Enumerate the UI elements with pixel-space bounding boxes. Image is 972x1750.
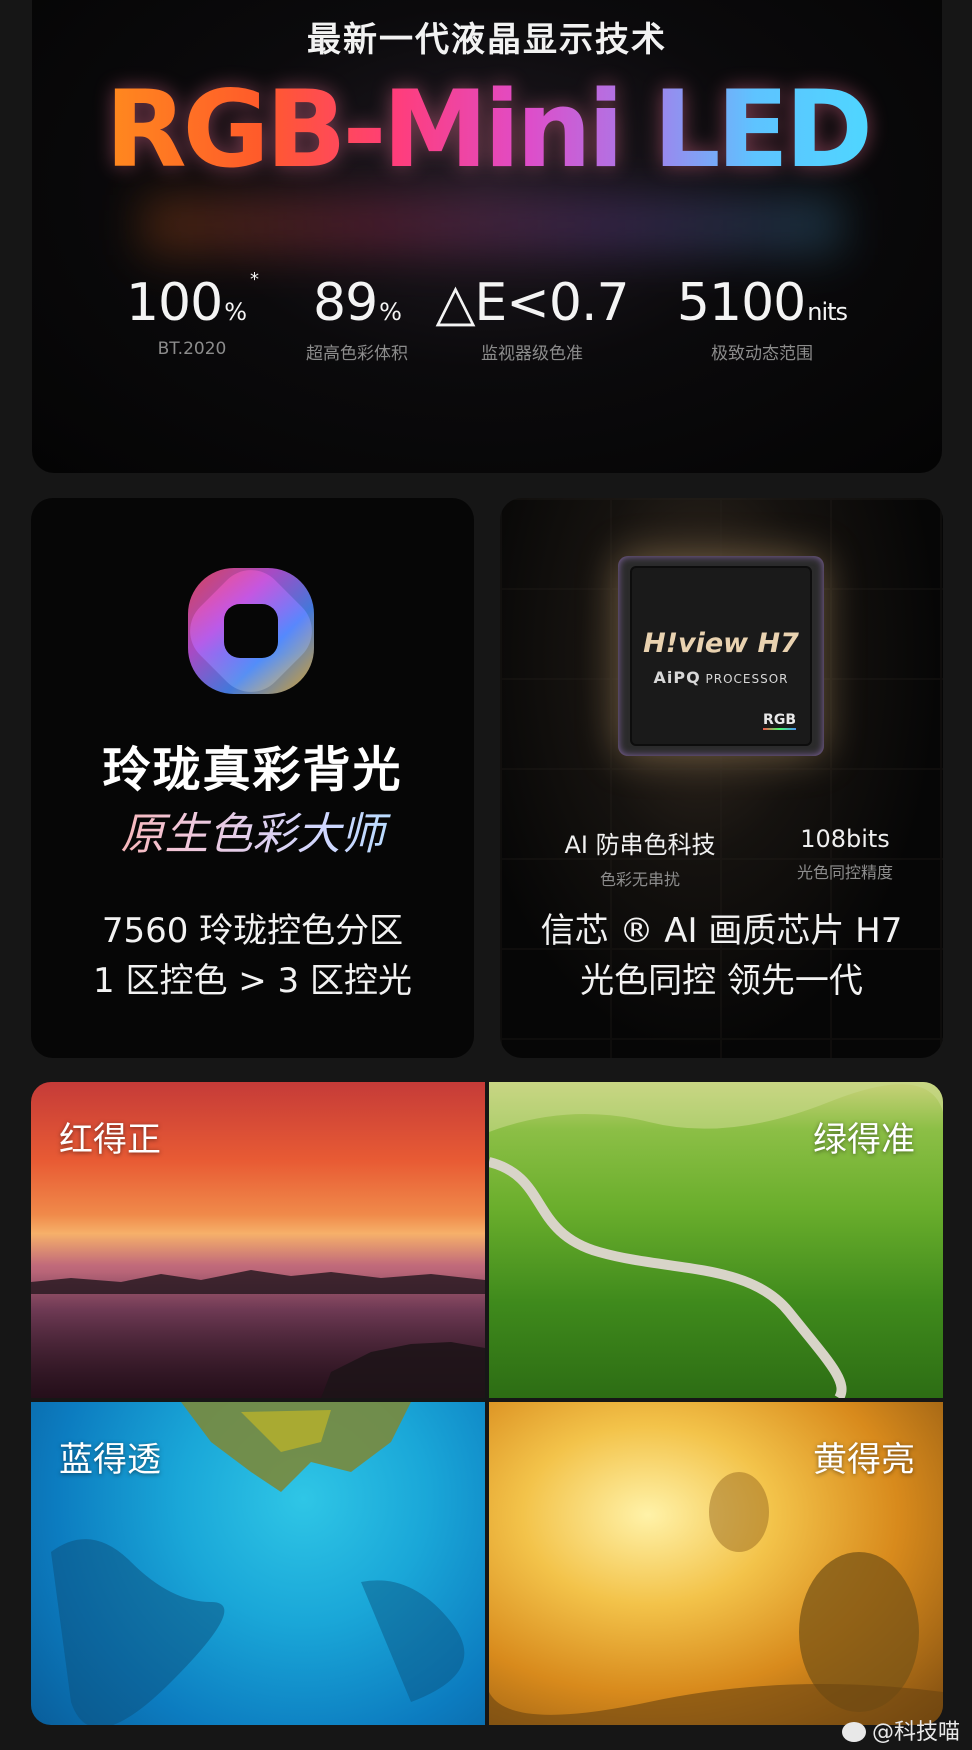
feature-anti-crosstalk: AI 防串色科技 色彩无串扰	[530, 825, 750, 890]
chip-processor-prefix: AiPQ	[653, 668, 701, 687]
backlight-script-slogan: 原生色彩大师	[31, 798, 474, 862]
chip-image: H!view H7 AiPQ PROCESSOR RGB	[618, 556, 824, 756]
photo-label-green: 绿得准	[813, 1120, 915, 1160]
watermark: @科技喵	[841, 1714, 960, 1746]
stat-value: 89	[313, 273, 378, 333]
photo-label-blue: 蓝得透	[59, 1440, 161, 1480]
stat-delta-e: △E<0.7 监视器级色准	[432, 277, 632, 364]
feature-title: 108bits	[800, 825, 890, 853]
chip-description: 信芯 ® AI 画质芯片 H7 光色同控 领先一代	[500, 906, 943, 1006]
stat-bt2020: 100%* BT.2020	[102, 271, 282, 360]
chip-rgb-badge: RGB	[763, 712, 796, 730]
stat-label: 极致动态范围	[711, 344, 813, 364]
feature-subtitle: 光色同控精度	[796, 863, 893, 882]
stat-label: BT.2020	[157, 339, 227, 359]
backlight-title: 玲珑真彩背光	[102, 742, 403, 798]
photo-red-sunset: 红得正	[31, 1082, 485, 1398]
feature-bit-depth: 108bits 光色同控精度	[755, 825, 935, 883]
photo-label-red: 红得正	[59, 1120, 161, 1160]
chip-line-1: 信芯 ® AI 画质芯片 H7	[540, 911, 903, 951]
photo-yellow-sunrays: 黄得亮	[489, 1402, 943, 1725]
stat-value: △E<0.7	[435, 273, 629, 333]
stat-color-volume: 89% 超高色彩体积	[282, 277, 432, 364]
backlight-description: 7560 玲珑控色分区 1 区控色 > 3 区控光	[31, 906, 474, 1006]
hero-card: 最新一代液晶显示技术 RGB-Mini LED 100%* BT.2020 89…	[32, 0, 942, 473]
hero-title: RGB-Mini LED	[32, 77, 942, 183]
stat-label: 超高色彩体积	[306, 344, 408, 364]
chip-card: H!view H7 AiPQ PROCESSOR RGB AI 防串色科技 色彩…	[500, 498, 943, 1058]
stat-brightness: 5100nits 极致动态范围	[662, 277, 862, 364]
chip-processor-label: AiPQ PROCESSOR	[632, 668, 810, 687]
photo-green-hills: 绿得准	[489, 1082, 943, 1398]
stat-label: 监视器级色准	[481, 344, 583, 364]
colorful-rounded-square-logo-icon	[176, 556, 326, 706]
photo-blue-coast: 蓝得透	[31, 1402, 485, 1725]
feature-subtitle: 色彩无串扰	[599, 870, 680, 889]
stat-unit: %	[224, 298, 247, 326]
chip-brand: H!view H7	[643, 628, 799, 659]
backlight-card: 玲珑真彩背光 原生色彩大师 7560 玲珑控色分区 1 区控色 > 3 区控光	[31, 498, 474, 1058]
chip-processor-text: PROCESSOR	[705, 672, 789, 686]
stat-value: 5100	[676, 273, 806, 333]
stat-unit: nits	[807, 298, 848, 326]
hero-subtitle: 最新一代液晶显示技术	[307, 20, 667, 60]
weibo-icon	[841, 1722, 866, 1742]
backlight-line-2: 1 区控色 > 3 区控光	[93, 961, 412, 1001]
stat-value: 100	[125, 273, 223, 333]
stat-unit: %	[379, 298, 402, 326]
footnote-asterisk: *	[250, 269, 259, 290]
watermark-text: @科技喵	[871, 1720, 960, 1745]
hero-title-reflection	[142, 195, 842, 255]
chip-face: H!view H7 AiPQ PROCESSOR RGB	[630, 566, 812, 746]
feature-title: AI 防串色科技	[564, 831, 716, 859]
photo-label-yellow: 黄得亮	[813, 1440, 915, 1480]
hero-title-text: RGB-Mini LED	[105, 68, 873, 191]
backlight-line-1: 7560 玲珑控色分区	[101, 911, 404, 951]
chip-line-2: 光色同控 领先一代	[580, 961, 863, 1001]
